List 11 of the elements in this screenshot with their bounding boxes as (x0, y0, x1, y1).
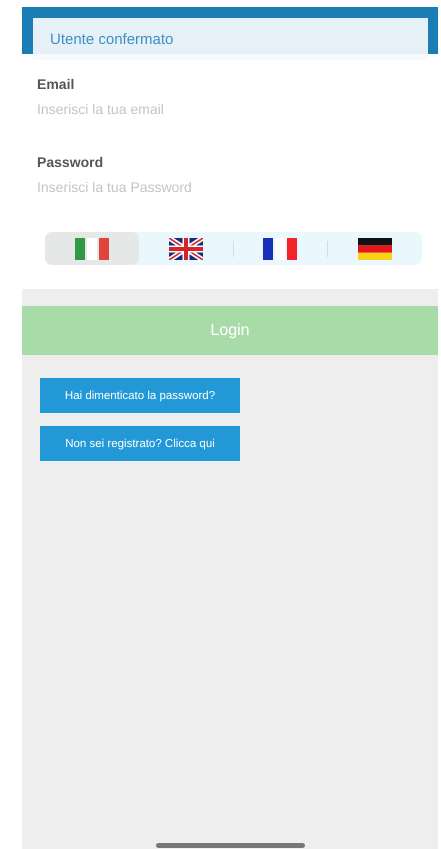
link-button[interactable]: Hai dimenticato la password? (40, 378, 240, 413)
input-field[interactable]: Inserisci la tua Password (37, 179, 397, 195)
flag-icon (263, 238, 298, 260)
input-field[interactable]: Inserisci la tua email (37, 101, 397, 117)
link-button[interactable]: Non sei registrato? Clicca qui (40, 426, 240, 461)
flag-icon (168, 238, 203, 260)
flag-icon (74, 238, 109, 260)
field-label: Password (37, 154, 104, 170)
flag-icon (358, 238, 392, 260)
toast-message: Utente confermato (33, 18, 428, 60)
field-label: Email (37, 76, 76, 92)
